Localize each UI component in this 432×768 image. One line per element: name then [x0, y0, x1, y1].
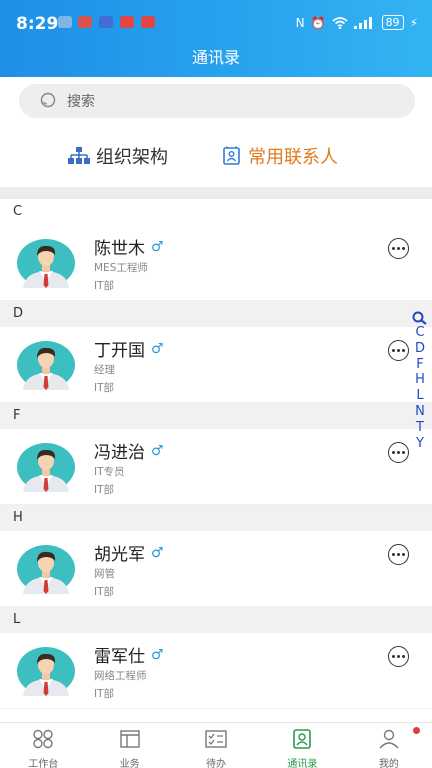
tab-business[interactable]: 业务	[86, 723, 172, 768]
tab-label: 业务	[119, 759, 140, 768]
charging-icon: ⚡	[409, 15, 418, 30]
layout-icon	[118, 729, 142, 753]
contact-role: IT专员	[94, 466, 125, 478]
avatar	[17, 340, 75, 390]
signal-icon	[353, 16, 372, 29]
contact-name: 胡光军	[94, 545, 145, 565]
grid-icon	[31, 729, 55, 753]
more-options-icon[interactable]	[388, 544, 409, 565]
contact-name: 冯进治	[94, 443, 145, 463]
frequent-contacts-icon	[223, 146, 240, 165]
app-header: 8:29 N ⏰ 89 ⚡ 通讯录	[0, 0, 432, 77]
contact-row[interactable]: 陈世木 ♂ MES工程师 IT部	[0, 225, 432, 301]
index-letter-y[interactable]: Y	[416, 436, 424, 452]
avatar	[17, 544, 75, 594]
status-time: 8:29	[16, 14, 59, 34]
section-header: H	[0, 505, 432, 531]
tab-workbench[interactable]: 工作台	[0, 723, 86, 768]
alarm-icon: ⏰	[310, 15, 326, 30]
contact-name: 雷军仕	[94, 647, 145, 667]
page-title: 通讯录	[191, 48, 240, 67]
name-line: 雷军仕 ♂	[94, 642, 164, 668]
section-header: C	[0, 199, 432, 225]
name-line: 胡光军 ♂	[94, 540, 164, 566]
notification-dot	[413, 727, 421, 734]
contact-list: C 陈世木 ♂ MES工程师 IT部 D 丁开国 ♂ 经理 IT部 F 冯进治 ♂ IT专员 IT部 H…	[0, 199, 432, 768]
avatar	[17, 646, 75, 696]
contact-role: 网管	[94, 568, 115, 580]
frequent-contacts-label: 常用联系人	[248, 147, 338, 168]
name-line: 冯进治 ♂	[94, 438, 164, 464]
male-icon: ♂	[151, 544, 164, 561]
divider	[0, 187, 432, 199]
nfc-icon: N	[295, 15, 305, 30]
contact-role: 网络工程师	[94, 670, 147, 682]
contact-row[interactable]: 胡光军 ♂ 网管 IT部	[0, 531, 432, 607]
contact-department: IT部	[94, 382, 115, 394]
org-chart-label: 组织架构	[96, 147, 168, 168]
checklist-icon	[204, 729, 228, 753]
status-icons: N ⏰ 89 ⚡	[296, 15, 418, 30]
male-icon: ♂	[151, 646, 164, 663]
male-icon: ♂	[151, 442, 164, 459]
contacts-icon	[290, 729, 314, 753]
search-placeholder: 搜索	[67, 94, 95, 110]
section-header: L	[0, 607, 432, 633]
notification-icon	[58, 16, 72, 28]
notification-icon	[78, 16, 92, 28]
contact-role: 经理	[94, 364, 115, 376]
person-icon	[377, 729, 401, 753]
contact-row[interactable]: 雷军仕 ♂ 网络工程师 IT部	[0, 633, 432, 709]
more-options-icon[interactable]	[388, 238, 409, 259]
notification-icon	[141, 16, 155, 28]
contact-department: IT部	[94, 586, 115, 598]
section-header: F	[0, 403, 432, 429]
index-letter-l[interactable]: L	[416, 388, 423, 404]
avatar	[17, 238, 75, 288]
tab-label: 通讯录	[287, 759, 318, 768]
frequent-contacts-link[interactable]: 常用联系人	[222, 142, 338, 170]
contact-name: 陈世木	[94, 239, 145, 259]
alphabet-index[interactable]: CDFHLNTY	[410, 311, 430, 451]
contact-department: IT部	[94, 484, 115, 496]
org-chart-link[interactable]: 组织架构	[68, 142, 168, 170]
contact-department: IT部	[94, 280, 115, 292]
search-input[interactable]: 搜索	[19, 84, 415, 118]
battery-indicator: 89	[381, 15, 404, 30]
contact-row[interactable]: 丁开国 ♂ 经理 IT部	[0, 327, 432, 403]
index-letter-f[interactable]: F	[416, 357, 423, 373]
org-chart-icon	[68, 147, 90, 164]
male-icon: ♂	[151, 340, 164, 357]
index-letter-n[interactable]: N	[415, 404, 425, 420]
search-index-icon[interactable]	[412, 311, 428, 325]
bottom-tab-bar: 工作台 业务 待办 通讯录 我的	[0, 722, 432, 768]
status-bar: 8:29 N ⏰ 89 ⚡	[0, 0, 432, 40]
contact-role: MES工程师	[94, 262, 148, 274]
name-line: 陈世木 ♂	[94, 234, 164, 260]
contact-row[interactable]: 冯进治 ♂ IT专员 IT部	[0, 429, 432, 505]
tab-label: 待办	[206, 759, 227, 768]
avatar	[17, 442, 75, 492]
tab-contacts[interactable]: 通讯录	[259, 723, 345, 768]
name-line: 丁开国 ♂	[94, 336, 164, 362]
notification-icon	[120, 16, 134, 28]
wifi-icon	[332, 16, 348, 29]
index-letter-h[interactable]: H	[415, 372, 425, 388]
index-letter-t[interactable]: T	[416, 420, 424, 436]
more-options-icon[interactable]	[388, 646, 409, 667]
search-icon	[40, 92, 56, 108]
index-letter-c[interactable]: C	[415, 325, 424, 341]
index-letter-d[interactable]: D	[415, 341, 425, 357]
section-header: D	[0, 301, 432, 327]
tab-mine[interactable]: 我的	[346, 723, 432, 768]
notification-icon	[99, 16, 113, 28]
more-options-icon[interactable]	[388, 442, 409, 463]
tab-label: 工作台	[28, 759, 59, 768]
more-options-icon[interactable]	[388, 340, 409, 361]
male-icon: ♂	[151, 238, 164, 255]
tab-todo[interactable]: 待办	[173, 723, 259, 768]
contact-department: IT部	[94, 688, 115, 700]
contact-name: 丁开国	[94, 341, 145, 361]
tab-label: 我的	[378, 759, 399, 768]
